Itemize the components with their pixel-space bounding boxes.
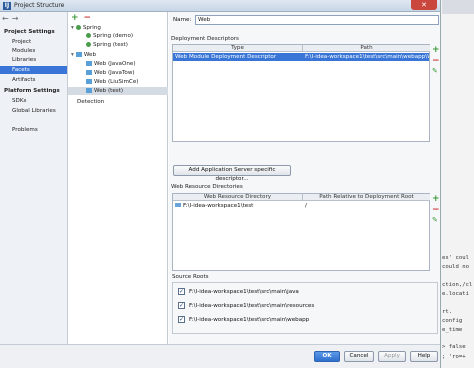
project-settings-header: Project Settings (4, 29, 55, 35)
code-line: ; 'ro=+ (442, 354, 466, 360)
web-facet-icon (86, 61, 92, 66)
resource-dir-cell: F:\I-idea-workspace1\test (183, 203, 254, 209)
window-title: Project Structure (14, 2, 65, 9)
add-server-descriptor-button[interactable]: Add Application Server specific descript… (173, 165, 291, 182)
table-row[interactable]: Web Module Deployment Descriptor F:\I-id… (173, 53, 429, 61)
relative-path-cell: / (305, 203, 307, 209)
nav-item-project[interactable]: Project (0, 38, 67, 46)
name-label: Name: (173, 17, 192, 23)
code-line: es' coul (442, 255, 469, 261)
ok-button[interactable]: OK (314, 351, 340, 362)
intellij-app-icon: IJ (3, 2, 11, 10)
web-facet-icon (86, 79, 92, 84)
spring-leaf-icon (86, 42, 91, 47)
deployment-table-toolbar: + − ✎ (432, 45, 440, 78)
code-line: ction,/cl (442, 282, 473, 288)
source-root-checkbox[interactable]: ✓ (178, 302, 185, 309)
tree-item-web-javaone[interactable]: Web (JavaOne) (86, 60, 136, 68)
source-root-java: F:\I-idea-workspace1\test\src\main\java (189, 289, 299, 295)
dialog-button-bar: OK Cancel Apply Help (0, 344, 440, 368)
folder-icon (175, 202, 181, 210)
edit-pencil-icon[interactable]: ✎ (432, 216, 440, 227)
nav-item-facets[interactable]: Facets (0, 66, 67, 74)
spring-leaf-icon (86, 33, 91, 38)
add-facet-icon[interactable]: + (71, 13, 79, 23)
cancel-button[interactable]: Cancel (344, 351, 374, 362)
resource-table-toolbar: + − ✎ (432, 194, 440, 227)
tree-item-spring-demo[interactable]: Spring (demo) (86, 32, 133, 40)
column-header-relative-path[interactable]: Path Relative to Deployment Root (303, 194, 430, 201)
back-arrow-icon[interactable]: ← (2, 14, 9, 23)
code-line: rt. (442, 309, 453, 315)
tree-item-web-liusimce[interactable]: Web (LiuSimCe) (86, 78, 138, 86)
table-row[interactable]: F:\I-idea-workspace1\test / (173, 202, 429, 210)
close-button[interactable]: ✕ (411, 0, 437, 10)
source-roots-group: ✓ F:\I-idea-workspace1\test\src\main\jav… (172, 282, 438, 334)
code-line: > false (442, 344, 466, 350)
nav-item-problems[interactable]: Problems (0, 126, 67, 134)
apply-button[interactable]: Apply (378, 351, 406, 362)
source-root-checkbox[interactable]: ✓ (178, 316, 185, 323)
column-header-path[interactable]: Path (303, 45, 430, 52)
source-roots-header: Source Roots (172, 274, 209, 280)
remove-descriptor-icon[interactable]: − (432, 56, 440, 67)
platform-settings-header: Platform Settings (4, 88, 60, 94)
nav-item-modules[interactable]: Modules (0, 47, 67, 55)
nav-item-libraries[interactable]: Libraries (0, 56, 67, 64)
forward-arrow-icon[interactable]: → (12, 14, 19, 23)
help-button[interactable]: Help (410, 351, 438, 362)
web-resource-directories-header: Web Resource Directories (171, 184, 243, 190)
expand-arrow-icon[interactable]: ▾ (71, 25, 74, 31)
column-header-resource-dir[interactable]: Web Resource Directory (173, 194, 303, 201)
tree-item-web-test[interactable]: Web (test) (68, 87, 168, 95)
expand-arrow-icon[interactable]: ▾ (71, 52, 74, 58)
deployment-descriptors-header: Deployment Descriptors (171, 36, 239, 42)
code-line: config (442, 318, 463, 324)
deployment-descriptors-table: Type Path Web Module Deployment Descript… (172, 44, 430, 142)
code-line: could no (442, 264, 469, 270)
descriptor-path-cell: F:\I-idea-workspace1\test\src\main\webap… (305, 54, 429, 60)
editor-header (442, 0, 474, 14)
tree-node-spring[interactable]: ▾ Spring (71, 24, 101, 32)
nav-item-global-libraries[interactable]: Global Libraries (0, 107, 67, 115)
code-line: e_time (442, 327, 463, 333)
remove-facet-icon[interactable]: − (84, 13, 92, 23)
background-code-editor: es' coul could no ction,/cl e.locati rt.… (441, 0, 474, 368)
web-facet-icon (75, 52, 82, 57)
source-root-webapp: F:\I-idea-workspace1\test\src\main\webap… (189, 317, 310, 323)
column-header-type[interactable]: Type (173, 45, 303, 52)
spring-leaf-icon (75, 25, 81, 30)
add-descriptor-icon[interactable]: + (432, 45, 440, 56)
nav-item-artifacts[interactable]: Artifacts (0, 76, 67, 84)
tree-item-detection[interactable]: Detection (77, 98, 104, 106)
tree-node-web[interactable]: ▾ Web (71, 51, 96, 59)
title-bar: IJ Project Structure ✕ (0, 0, 440, 12)
nav-toolbar: ← → (2, 14, 21, 23)
name-input[interactable]: Web (195, 15, 439, 25)
tree-item-spring-test[interactable]: Spring (test) (86, 41, 128, 49)
facets-toolbar: + − (71, 13, 91, 23)
facets-tree: + − ▾ Spring Spring (demo) Spring (test) ▾… (68, 12, 168, 356)
source-root-checkbox[interactable]: ✓ (178, 288, 185, 295)
code-line: e.locati (442, 291, 469, 297)
descriptor-type-cell: Web Module Deployment Descriptor (175, 54, 277, 60)
add-resource-icon[interactable]: + (432, 194, 440, 205)
project-structure-dialog: IJ Project Structure ✕ ← → Project Settin… (0, 0, 441, 368)
web-facet-icon (86, 70, 92, 75)
web-resource-table: Web Resource Directory Path Relative to … (172, 193, 430, 271)
facet-settings-panel: Name: Web Deployment Descriptors Type Pa… (169, 12, 440, 356)
settings-nav: ← → Project Settings Project Modules Libr… (0, 12, 68, 356)
tree-item-web-javatow[interactable]: Web (JavaTow) (86, 69, 135, 77)
remove-resource-icon[interactable]: − (432, 205, 440, 216)
edit-pencil-icon[interactable]: ✎ (432, 67, 440, 78)
nav-item-sdks[interactable]: SDKs (0, 97, 67, 105)
web-facet-icon (86, 88, 92, 93)
source-root-resources: F:\I-idea-workspace1\test\src\main\resou… (189, 303, 315, 309)
